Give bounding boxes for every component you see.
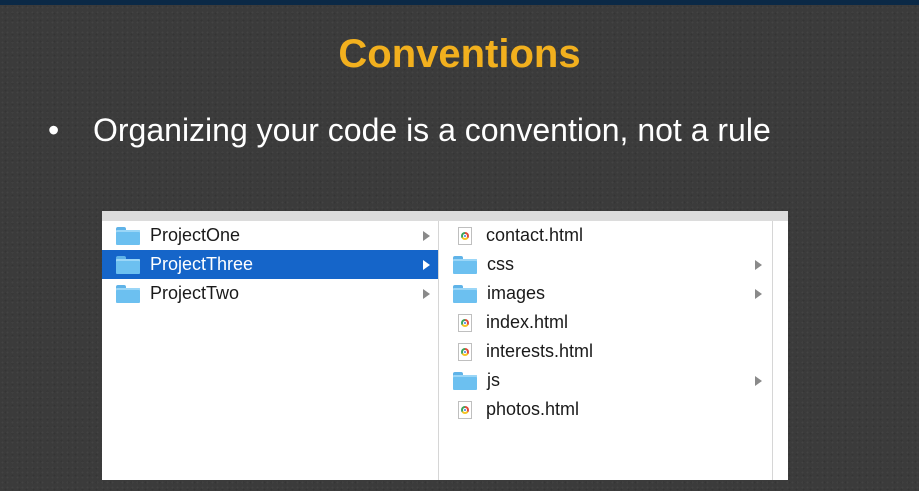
bullet-point: • Organizing your code is a convention, n… [48, 112, 771, 149]
disclosure-arrow-icon [423, 259, 430, 270]
folder-label: images [487, 283, 546, 303]
folder-icon [453, 255, 477, 274]
folder-row-images[interactable]: images [439, 279, 772, 308]
file-label: index.html [486, 312, 569, 332]
disclosure-arrow-icon [755, 288, 762, 299]
bullet-symbol: • [48, 112, 60, 148]
folder-label: js [487, 370, 500, 390]
folder-label: ProjectOne [150, 225, 241, 245]
file-label: photos.html [486, 399, 580, 419]
file-row-interests[interactable]: interests.html [439, 337, 772, 366]
html-file-icon [458, 400, 472, 419]
folder-label: css [487, 254, 514, 274]
file-row-contact[interactable]: contact.html [439, 221, 772, 250]
top-border-strip [0, 0, 919, 5]
disclosure-arrow-icon [423, 288, 430, 299]
folder-icon [453, 284, 477, 303]
folder-row-projectone[interactable]: ProjectOne [102, 221, 438, 250]
slide-title: Conventions [338, 32, 581, 76]
file-label: contact.html [486, 225, 584, 245]
file-row-index[interactable]: index.html [439, 308, 772, 337]
folder-row-js[interactable]: js [439, 366, 772, 395]
html-file-icon [458, 226, 472, 245]
folder-label: ProjectThree [150, 254, 254, 274]
bullet-text: Organizing your code is a convention, no… [93, 112, 771, 148]
file-label: interests.html [486, 341, 594, 361]
folder-icon [453, 371, 477, 390]
finder-column-view: ProjectOne ProjectThree ProjectTwo conta… [102, 211, 788, 480]
html-file-icon [458, 313, 472, 332]
folder-row-projecttwo[interactable]: ProjectTwo [102, 279, 438, 308]
folder-icon [116, 284, 140, 303]
folder-icon [116, 226, 140, 245]
folder-label: ProjectTwo [150, 283, 240, 303]
disclosure-arrow-icon [755, 259, 762, 270]
folder-row-projectthree[interactable]: ProjectThree [102, 250, 438, 279]
folder-icon [116, 255, 140, 274]
disclosure-arrow-icon [423, 230, 430, 241]
disclosure-arrow-icon [755, 375, 762, 386]
finder-column-projects: ProjectOne ProjectThree ProjectTwo [102, 221, 439, 480]
folder-row-css[interactable]: css [439, 250, 772, 279]
finder-column-projectthree-contents: contact.html css images index.html inter… [439, 221, 773, 480]
html-file-icon [458, 342, 472, 361]
file-row-photos[interactable]: photos.html [439, 395, 772, 424]
